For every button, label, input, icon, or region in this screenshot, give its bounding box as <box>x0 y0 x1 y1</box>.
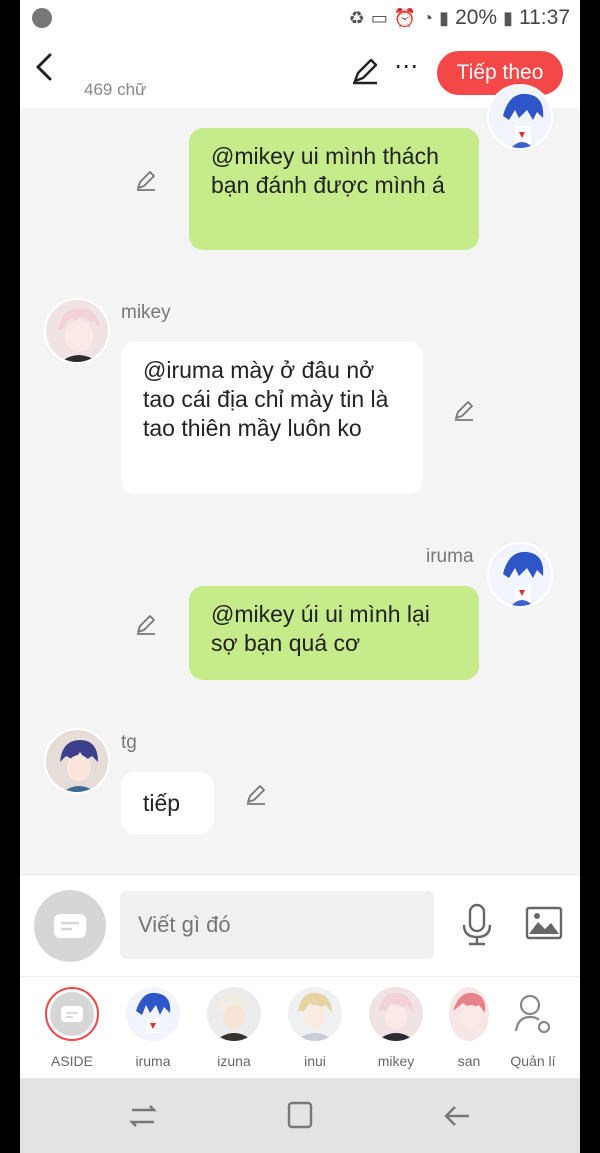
character-izuna[interactable]: izuna <box>199 987 269 1069</box>
aside-icon <box>45 987 99 1041</box>
character-iruma[interactable]: iruma <box>118 987 188 1069</box>
recycle-icon: ♻ <box>348 7 365 28</box>
message-bubble[interactable]: @iruma mày ở đâu nở tao cái địa chỉ mày … <box>121 342 423 494</box>
message-bubble[interactable]: tiếp <box>121 772 214 834</box>
avatar <box>369 987 423 1041</box>
chevron-left-icon <box>35 53 52 81</box>
back-button[interactable] <box>34 52 54 88</box>
system-nav-bar <box>20 1078 580 1153</box>
avatar-tg <box>44 728 110 794</box>
message-input[interactable] <box>120 891 434 959</box>
character-name: Quản lí <box>510 1053 556 1069</box>
avatar <box>288 987 342 1041</box>
message-bubble[interactable]: @mikey ui mình thách bạn đánh được mình … <box>189 128 479 250</box>
image-button[interactable] <box>525 906 563 945</box>
home-button[interactable] <box>286 1100 314 1135</box>
back-arrow-icon <box>444 1106 469 1126</box>
wifi-icon: ◔ <box>422 7 434 28</box>
character-mikey[interactable]: mikey <box>361 987 431 1069</box>
edit-message-icon[interactable] <box>452 398 476 427</box>
character-name: izuna <box>217 1053 251 1069</box>
avatar <box>449 987 489 1041</box>
message-input-bar <box>20 874 580 976</box>
avatar-iruma <box>487 542 553 608</box>
more-options-button[interactable]: ⋯ <box>394 52 419 81</box>
alarm-icon: ⏰ <box>393 7 417 28</box>
back-nav-button[interactable] <box>442 1102 472 1135</box>
edit-message-icon[interactable] <box>134 168 158 197</box>
cast-icon: ▭ <box>370 7 388 28</box>
character-inui[interactable]: inui <box>280 987 350 1069</box>
character-name: ASIDE <box>50 1053 93 1069</box>
character-name: san <box>457 1053 481 1069</box>
character-aside[interactable]: ASIDE <box>37 987 107 1069</box>
message-bubble[interactable]: @mikey úi ui mình lại sợ bạn quá cơ <box>189 586 479 680</box>
avatar <box>126 987 180 1041</box>
signal-icon: ▮ <box>439 7 450 28</box>
aside-toggle-button[interactable] <box>34 890 106 962</box>
sender-name: tg <box>121 732 137 753</box>
microphone-button[interactable] <box>460 903 494 952</box>
next-button[interactable]: Tiếp theo <box>437 51 563 95</box>
battery-icon: ▮ <box>503 7 513 28</box>
avatar <box>207 987 261 1041</box>
sender-name: iruma <box>426 546 474 567</box>
edit-message-icon[interactable] <box>244 782 268 811</box>
character-san[interactable]: san <box>434 987 504 1069</box>
notification-dot-icon <box>32 8 52 28</box>
character-bar: ASIDE iruma izuna inui mikey san Quản lí <box>20 976 580 1078</box>
character-name: inui <box>304 1053 326 1069</box>
chat-bubble-icon <box>54 914 86 938</box>
microphone-icon <box>462 903 492 946</box>
home-icon <box>287 1101 313 1129</box>
edit-title-button[interactable] <box>350 56 380 91</box>
pencil-icon <box>353 58 378 85</box>
user-settings-icon <box>506 987 560 1041</box>
avatar-mikey <box>44 298 110 364</box>
app-screen: ♻ ▭ ⏰ ◔ ▮ 20% ▮ 11:37 469 chữ ⋯ Tiếp the… <box>20 0 580 1153</box>
word-count: 469 chữ <box>84 80 147 99</box>
avatar-iruma <box>487 84 553 150</box>
edit-message-icon[interactable] <box>134 612 158 641</box>
character-name: mikey <box>377 1053 415 1069</box>
clock: 11:37 <box>519 6 570 29</box>
manage-characters-button[interactable]: Quản lí <box>498 987 568 1069</box>
character-name: iruma <box>135 1053 171 1069</box>
status-bar: ♻ ▭ ⏰ ◔ ▮ 20% ▮ 11:37 <box>20 0 580 38</box>
recent-apps-icon <box>129 1105 157 1127</box>
chat-area: @mikey ui mình thách bạn đánh được mình … <box>20 84 580 874</box>
sender-name: mikey <box>121 302 171 323</box>
battery-percent: 20% <box>455 6 498 29</box>
image-icon <box>525 906 563 940</box>
status-icons: ♻ ▭ ⏰ ◔ ▮ 20% ▮ 11:37 <box>349 6 570 30</box>
recent-apps-button[interactable] <box>128 1102 158 1135</box>
